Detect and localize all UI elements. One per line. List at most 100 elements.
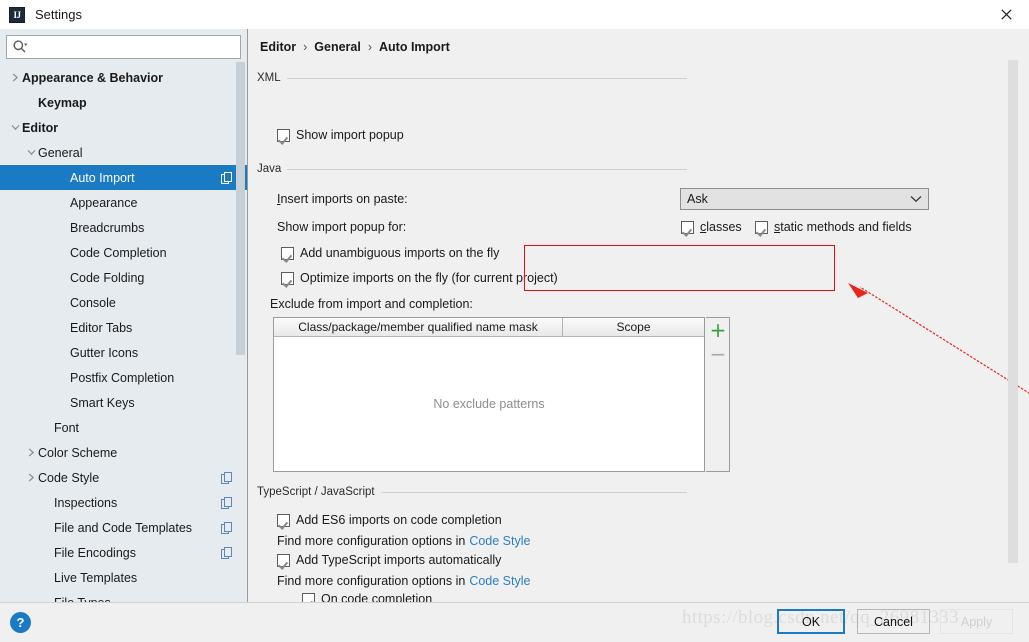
- sidebar-item-appearance-behavior[interactable]: Appearance & Behavior: [0, 65, 247, 90]
- cancel-button[interactable]: Cancel: [857, 609, 930, 634]
- sidebar-item-breadcrumbs[interactable]: Breadcrumbs: [0, 215, 247, 240]
- sidebar-item-label: Keymap: [38, 95, 87, 110]
- sidebar-item-editor-tabs[interactable]: Editor Tabs: [0, 315, 247, 340]
- close-icon[interactable]: [983, 0, 1029, 29]
- sidebar-item-auto-import[interactable]: Auto Import: [0, 165, 247, 190]
- sidebar-scrollbar-thumb[interactable]: [236, 62, 245, 355]
- checkbox-box-icon: [277, 128, 290, 142]
- sidebar-item-font[interactable]: Font: [0, 415, 247, 440]
- sidebar-item-appearance[interactable]: Appearance: [0, 190, 247, 215]
- table-toolbar: + −: [706, 317, 730, 472]
- checkbox-label: Optimize imports on the fly (for current…: [300, 271, 558, 285]
- chevron-right-icon[interactable]: [8, 71, 22, 85]
- checkbox-box-icon: [277, 513, 290, 527]
- sidebar-item-label: File and Code Templates: [54, 520, 193, 535]
- sidebar-item-general[interactable]: General: [0, 140, 247, 165]
- checkbox-label: Add ES6 imports on code completion: [296, 513, 502, 527]
- sidebar-item-color-scheme[interactable]: Color Scheme: [0, 440, 247, 465]
- label-insert-imports-on-paste: Insert imports on paste:: [277, 192, 408, 206]
- sidebar-item-code-completion[interactable]: Code Completion: [0, 240, 247, 265]
- exclude-patterns-table[interactable]: Class/package/member qualified name mask…: [273, 317, 705, 472]
- settings-sidebar: Appearance & Behavior Keymap Editor General…: [0, 29, 248, 602]
- sidebar-item-label: Auto Import: [70, 170, 135, 185]
- sidebar-item-label: Editor Tabs: [70, 320, 133, 335]
- help-icon[interactable]: ?: [10, 612, 31, 633]
- sidebar-item-label: Smart Keys: [70, 395, 135, 410]
- breadcrumb-item-general[interactable]: General: [314, 40, 361, 54]
- close-glyph: [1000, 9, 1012, 20]
- hint-text: Find more configuration options in: [277, 574, 466, 588]
- sidebar-item-file-types[interactable]: File Types: [0, 590, 247, 603]
- table-header-row: Class/package/member qualified name mask…: [274, 318, 704, 337]
- breadcrumb: Editor › General › Auto Import: [260, 40, 450, 54]
- sidebar-item-label: Breadcrumbs: [70, 220, 145, 235]
- copy-settings-icon[interactable]: [221, 521, 233, 534]
- sidebar-item-label: General: [38, 145, 83, 160]
- copy-settings-icon[interactable]: [221, 171, 233, 184]
- sidebar-item-label: Console: [70, 295, 116, 310]
- breadcrumb-item-auto-import: Auto Import: [379, 40, 450, 54]
- breadcrumb-item-editor[interactable]: Editor: [260, 40, 296, 54]
- sidebar-item-live-templates[interactable]: Live Templates: [0, 565, 247, 590]
- table-column-header-scope[interactable]: Scope: [563, 318, 704, 337]
- copy-settings-icon[interactable]: [221, 471, 233, 484]
- chevron-down-icon[interactable]: [8, 121, 22, 135]
- copy-settings-icon[interactable]: [221, 496, 233, 509]
- sidebar-item-label: Code Folding: [70, 270, 145, 285]
- search-box[interactable]: [6, 35, 241, 59]
- section-divider: [286, 77, 687, 79]
- sidebar-item-keymap[interactable]: Keymap: [0, 90, 247, 115]
- apply-button[interactable]: Apply: [940, 609, 1013, 634]
- ok-button[interactable]: OK: [777, 609, 845, 634]
- sidebar-item-code-style[interactable]: Code Style: [0, 465, 247, 490]
- sidebar-item-file-and-code-templates[interactable]: File and Code Templates: [0, 515, 247, 540]
- sidebar-item-label: Gutter Icons: [70, 345, 139, 360]
- checkbox-label: On code completion: [321, 592, 433, 602]
- sidebar-item-inspections[interactable]: Inspections: [0, 490, 247, 515]
- table-empty-message: No exclude patterns: [274, 337, 704, 471]
- checkbox-add-unambiguous-imports[interactable]: Add unambiguous imports on the fly: [281, 246, 499, 260]
- search-container: [0, 29, 247, 63]
- checkbox-show-import-popup-xml[interactable]: Show import popup: [277, 128, 404, 142]
- search-input[interactable]: [28, 40, 240, 54]
- checkbox-add-typescript-imports[interactable]: Add TypeScript imports automatically: [277, 553, 501, 567]
- chevron-right-icon[interactable]: [24, 446, 38, 460]
- chevron-down-icon[interactable]: [24, 146, 38, 160]
- sidebar-item-gutter-icons[interactable]: Gutter Icons: [0, 340, 247, 365]
- sidebar-item-postfix-completion[interactable]: Postfix Completion: [0, 365, 247, 390]
- sidebar-item-label: Live Templates: [54, 570, 138, 585]
- checkbox-label: Show import popup: [296, 128, 404, 142]
- main-scrollbar-thumb[interactable]: [1008, 60, 1018, 563]
- checkbox-add-es6-imports[interactable]: Add ES6 imports on code completion: [277, 513, 502, 527]
- sidebar-item-smart-keys[interactable]: Smart Keys: [0, 390, 247, 415]
- sidebar-item-label: Code Style: [38, 470, 100, 485]
- checkbox-box-icon: [281, 271, 294, 285]
- copy-settings-icon[interactable]: [221, 546, 233, 559]
- checkbox-optimize-imports[interactable]: Optimize imports on the fly (for current…: [281, 271, 558, 285]
- sidebar-item-code-folding[interactable]: Code Folding: [0, 265, 247, 290]
- search-icon: [12, 39, 28, 55]
- breadcrumb-separator-icon: ›: [303, 40, 308, 54]
- checkbox-box-icon: [281, 246, 294, 260]
- chevron-right-icon[interactable]: [24, 471, 38, 485]
- link-code-style[interactable]: Code Style: [469, 574, 530, 588]
- table-column-header-mask[interactable]: Class/package/member qualified name mask: [274, 318, 563, 337]
- plus-icon[interactable]: +: [709, 320, 727, 340]
- sidebar-item-editor[interactable]: Editor: [0, 115, 247, 140]
- hint-code-style-es6: Find more configuration options in Code …: [277, 534, 530, 548]
- sidebar-item-console[interactable]: Console: [0, 290, 247, 315]
- link-code-style[interactable]: Code Style: [469, 534, 530, 548]
- sidebar-item-file-encodings[interactable]: File Encodings: [0, 540, 247, 565]
- minus-icon[interactable]: −: [709, 344, 727, 364]
- checkbox-on-code-completion[interactable]: On code completion: [302, 592, 432, 602]
- checkbox-classes[interactable]: classes: [681, 220, 742, 234]
- checkbox-static-methods-and-fields[interactable]: static methods and fields: [755, 220, 912, 234]
- dropdown-insert-imports-on-paste[interactable]: Ask: [680, 188, 929, 210]
